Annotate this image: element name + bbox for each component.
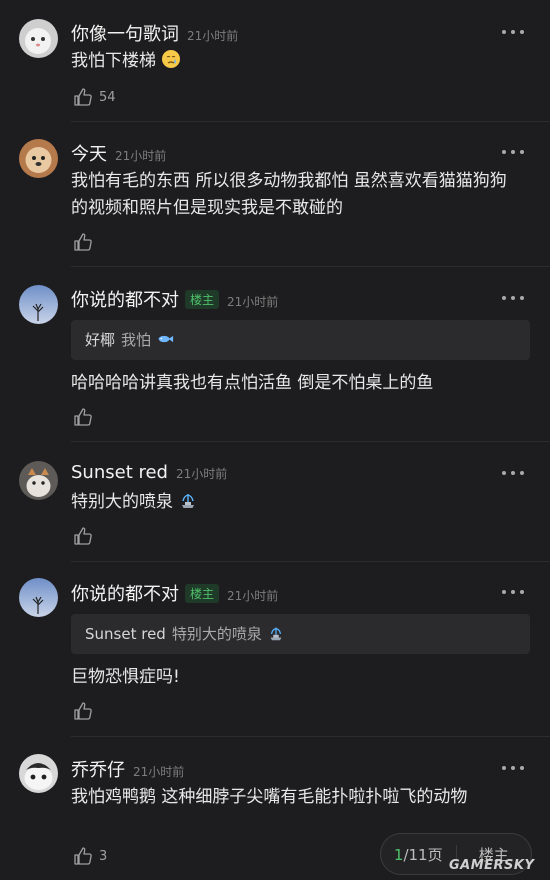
comment-author[interactable]: 今天 21小时前 — [71, 140, 166, 166]
op-badge: 楼主 — [185, 290, 220, 309]
comment-text: 我怕有毛的东西 所以很多动物我都怕 虽然喜欢看猫猫狗狗的视频和照片但是现实我是不… — [71, 171, 507, 218]
like-button[interactable] — [73, 407, 99, 427]
more-dots-icon[interactable] — [502, 587, 524, 597]
like-count: 3 — [99, 848, 108, 864]
thumbs-up-icon — [74, 847, 92, 865]
page-indicator[interactable]: 1/11页 — [381, 844, 456, 865]
comment-text: 哈哈哈哈讲真我也有点怕活鱼 倒是不怕桌上的鱼 — [71, 373, 434, 393]
quoted-reply[interactable]: Sunset red 特别大的喷泉 — [71, 614, 530, 654]
comment-body: 我怕下楼梯 — [71, 51, 156, 71]
like-count: 54 — [99, 89, 116, 105]
thumbs-up-icon — [74, 527, 92, 545]
author-name[interactable]: 乔乔仔 — [71, 760, 125, 781]
thumbs-up-icon — [74, 233, 92, 251]
quote-author: Sunset red — [85, 625, 166, 643]
like-button[interactable]: 54 — [73, 87, 116, 107]
comment-author[interactable]: 你像一句歌词 21小时前 — [71, 20, 238, 46]
like-button[interactable] — [73, 526, 99, 546]
watermark: GAMERSKY — [449, 858, 535, 873]
author-name[interactable]: 你说的都不对 — [71, 584, 179, 605]
avatar[interactable] — [19, 461, 58, 500]
quoted-reply[interactable]: 好椰 我怕 — [71, 320, 530, 360]
author-name[interactable]: 你像一句歌词 — [71, 24, 179, 45]
avatar[interactable] — [19, 19, 58, 58]
comment-time: 21小时前 — [187, 29, 239, 43]
divider — [71, 121, 550, 122]
like-button[interactable] — [73, 701, 99, 721]
fish-icon — [158, 335, 173, 343]
author-name[interactable]: 你说的都不对 — [71, 290, 179, 311]
comment-time: 21小时前 — [175, 467, 228, 481]
comment-text: 特别大的喷泉 — [71, 489, 522, 516]
comment-time: 21小时前 — [133, 765, 185, 779]
comment-author[interactable]: 你说的都不对 楼主 21小时前 — [71, 580, 278, 606]
more-dots-icon[interactable] — [502, 147, 524, 157]
more-dots-icon[interactable] — [502, 468, 524, 478]
thumbs-up-icon — [74, 88, 92, 106]
author-name[interactable]: Sunset red — [71, 462, 168, 483]
quote-text: 特别大的喷泉 — [171, 625, 262, 643]
comment-time: 21小时前 — [115, 149, 167, 163]
like-button[interactable]: 3 — [73, 846, 107, 866]
comment-time: 21小时前 — [227, 295, 279, 309]
crying-face-icon — [162, 50, 181, 68]
more-dots-icon[interactable] — [502, 763, 524, 773]
like-button[interactable] — [73, 232, 99, 252]
avatar[interactable] — [19, 139, 58, 178]
comment-author[interactable]: 乔乔仔 21小时前 — [71, 756, 184, 782]
fountain-icon — [182, 494, 195, 508]
more-dots-icon[interactable] — [502, 293, 524, 303]
avatar[interactable] — [19, 578, 58, 617]
quote-author: 好椰 — [85, 331, 116, 349]
author-name[interactable]: 今天 — [71, 144, 107, 165]
comment-body: 特别大的喷泉 — [71, 492, 173, 512]
comment-time: 21小时前 — [227, 589, 279, 603]
more-dots-icon[interactable] — [502, 27, 524, 37]
op-badge: 楼主 — [185, 584, 220, 603]
comment-text: 我怕鸡鸭鹅 这种细脖子尖嘴有毛能扑啦扑啦飞的动物 — [71, 787, 468, 807]
avatar[interactable] — [19, 285, 58, 324]
divider — [71, 561, 550, 562]
comment-text: 巨物恐惧症吗! — [71, 667, 180, 687]
divider — [71, 266, 550, 267]
fountain-icon — [270, 627, 282, 641]
thumbs-up-icon — [74, 408, 92, 426]
current-page: 1 — [393, 845, 404, 864]
comment-author[interactable]: 你说的都不对 楼主 21小时前 — [71, 286, 278, 312]
comment-text: 我怕下楼梯 — [71, 48, 522, 75]
divider — [71, 736, 550, 737]
avatar[interactable] — [19, 754, 58, 793]
comment-author[interactable]: Sunset red 21小时前 — [71, 462, 227, 483]
quote-text: 我怕 — [121, 331, 152, 349]
divider — [71, 441, 550, 442]
thumbs-up-icon — [74, 702, 92, 720]
total-pages: /11页 — [403, 845, 443, 864]
